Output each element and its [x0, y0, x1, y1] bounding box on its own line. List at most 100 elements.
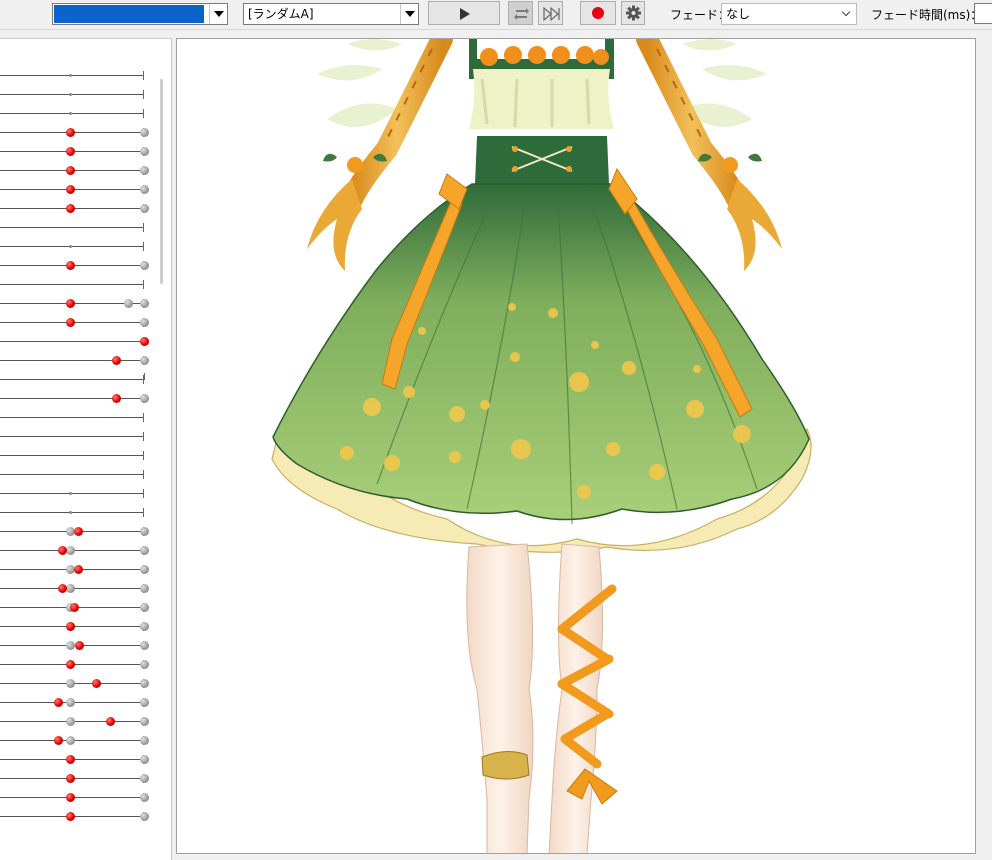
- slider-max-knob[interactable]: [140, 793, 149, 802]
- slider-max-knob[interactable]: [140, 755, 149, 764]
- slider-max-knob[interactable]: [140, 622, 149, 631]
- slider-knob[interactable]: [66, 261, 76, 270]
- fade-time-input[interactable]: [974, 3, 992, 24]
- slider-knob[interactable]: [69, 511, 73, 514]
- slider-knob[interactable]: [58, 546, 68, 555]
- slider-knob[interactable]: [74, 527, 83, 536]
- parameter-slider[interactable]: [0, 731, 152, 750]
- slider-knob[interactable]: [54, 698, 64, 707]
- slider-max-knob[interactable]: [140, 774, 149, 783]
- slider-max-knob[interactable]: [140, 394, 149, 403]
- slider-max-knob[interactable]: [140, 698, 149, 707]
- slider-track[interactable]: [0, 227, 144, 228]
- slider-max-knob[interactable]: [140, 603, 149, 612]
- slider-knob[interactable]: [69, 112, 73, 115]
- slider-max-knob[interactable]: [140, 318, 149, 327]
- slider-track[interactable]: [0, 379, 144, 380]
- slider-knob[interactable]: [75, 641, 85, 650]
- slider-track[interactable]: [0, 474, 144, 475]
- slider-track[interactable]: [0, 455, 144, 456]
- parameter-slider[interactable]: [0, 218, 152, 237]
- parameter-slider[interactable]: [0, 389, 152, 408]
- slider-max-knob[interactable]: [140, 185, 149, 194]
- parameter-slider[interactable]: [0, 123, 152, 142]
- slider-track[interactable]: [0, 341, 144, 342]
- slider-knob[interactable]: [66, 147, 76, 156]
- parameter-slider[interactable]: [0, 465, 152, 484]
- parameter-slider[interactable]: [0, 66, 152, 85]
- slider-max-knob[interactable]: [140, 147, 149, 156]
- slider-knob[interactable]: [105, 717, 115, 726]
- parameter-slider[interactable]: [0, 617, 152, 636]
- slider-knob[interactable]: [54, 736, 64, 745]
- slider-knob[interactable]: [66, 793, 76, 802]
- chevron-down-icon[interactable]: [209, 4, 227, 24]
- parameter-slider[interactable]: [0, 351, 152, 370]
- chevron-down-icon[interactable]: [400, 4, 418, 24]
- slider-knob[interactable]: [70, 603, 80, 612]
- slider-knob[interactable]: [66, 299, 76, 308]
- slider-track[interactable]: [0, 436, 144, 437]
- slider-knob[interactable]: [74, 565, 83, 574]
- slider-max-knob[interactable]: [140, 299, 149, 308]
- slider-knob[interactable]: [144, 373, 145, 380]
- parameter-slider[interactable]: [0, 275, 152, 294]
- parameter-slider[interactable]: [0, 161, 152, 180]
- slider-max-knob[interactable]: [140, 641, 149, 650]
- parameter-slider[interactable]: [0, 332, 152, 351]
- slider-max-knob[interactable]: [140, 128, 149, 137]
- slider-knob[interactable]: [112, 356, 122, 365]
- slider-max-knob[interactable]: [140, 736, 149, 745]
- chevron-down-icon[interactable]: [838, 4, 856, 24]
- slider-knob[interactable]: [58, 584, 68, 593]
- slider-max-knob[interactable]: [140, 204, 149, 213]
- parameter-slider[interactable]: [0, 180, 152, 199]
- slider-max-knob[interactable]: [140, 565, 149, 574]
- parameter-scrollbar[interactable]: [160, 79, 163, 284]
- parameter-slider[interactable]: [0, 807, 152, 826]
- slider-track[interactable]: [0, 360, 144, 361]
- parameter-slider[interactable]: [0, 294, 152, 313]
- slider-max-knob[interactable]: [140, 527, 149, 536]
- slider-track[interactable]: [0, 398, 144, 399]
- slider-knob[interactable]: [66, 318, 76, 327]
- slider-max-knob[interactable]: [140, 261, 149, 270]
- slider-knob[interactable]: [69, 245, 73, 248]
- parameter-slider[interactable]: [0, 484, 152, 503]
- parameter-slider[interactable]: [0, 199, 152, 218]
- slider-knob[interactable]: [66, 755, 76, 764]
- parameter-slider[interactable]: [0, 370, 152, 389]
- parameter-slider[interactable]: [0, 142, 152, 161]
- slider-knob[interactable]: [66, 204, 76, 213]
- slider-track[interactable]: [0, 284, 144, 285]
- record-button[interactable]: [580, 1, 616, 25]
- slider-knob[interactable]: [92, 679, 102, 688]
- slider-max-knob[interactable]: [140, 584, 149, 593]
- parameter-slider[interactable]: [0, 598, 152, 617]
- parameter-slider[interactable]: [0, 256, 152, 275]
- slider-max-knob[interactable]: [140, 546, 149, 555]
- slider-knob[interactable]: [66, 622, 76, 631]
- motion-select[interactable]: [ランダムA]: [243, 3, 419, 25]
- parameter-slider[interactable]: [0, 712, 152, 731]
- parameter-slider[interactable]: [0, 237, 152, 256]
- model-canvas[interactable]: [176, 38, 976, 854]
- parameter-slider[interactable]: [0, 541, 152, 560]
- slider-knob[interactable]: [66, 166, 76, 175]
- parameter-slider[interactable]: [0, 636, 152, 655]
- parameter-slider[interactable]: [0, 313, 152, 332]
- slider-max-knob[interactable]: [140, 166, 149, 175]
- slider-knob[interactable]: [112, 394, 122, 403]
- loop-button[interactable]: [508, 1, 533, 25]
- settings-button[interactable]: [621, 1, 645, 25]
- character-model[interactable]: [177, 39, 976, 854]
- parameter-slider[interactable]: [0, 408, 152, 427]
- parameter-slider[interactable]: [0, 560, 152, 579]
- slider-max-knob[interactable]: [140, 679, 149, 688]
- slider-knob[interactable]: [66, 660, 76, 669]
- slider-knob[interactable]: [66, 128, 76, 137]
- parameter-slider[interactable]: [0, 674, 152, 693]
- slider-knob[interactable]: [69, 74, 73, 77]
- slider-knob[interactable]: [66, 812, 76, 821]
- slider-knob[interactable]: [140, 337, 149, 346]
